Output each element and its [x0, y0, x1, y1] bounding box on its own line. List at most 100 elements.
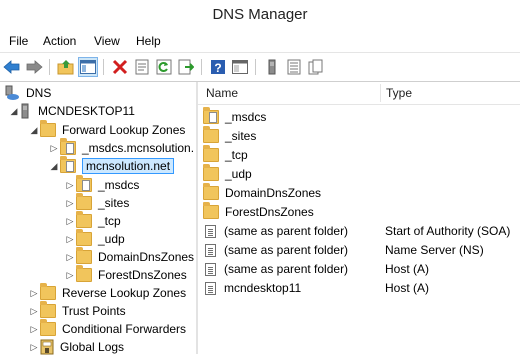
tree-msdcs-zone[interactable]: ▷ _msdcs.mcnsolution. — [48, 138, 194, 157]
tree-child-tcp[interactable]: ▷ _tcp — [64, 211, 121, 230]
menu-help[interactable]: Help — [136, 34, 161, 48]
server-button[interactable] — [262, 57, 282, 77]
refresh-button[interactable] — [154, 57, 174, 77]
expand-arrow-icon[interactable]: ▷ — [64, 234, 76, 245]
details-list: Name Type _msdcs _sites _tcp _udp Domain… — [198, 82, 520, 354]
record-icon — [205, 262, 216, 276]
properties-icon — [135, 59, 149, 75]
expand-arrow-icon[interactable]: ▷ — [64, 180, 76, 191]
expand-arrow-icon[interactable]: ▷ — [64, 252, 76, 263]
folder-icon — [40, 120, 56, 137]
folder-icon — [40, 283, 56, 300]
refresh-icon — [156, 59, 172, 75]
folder-icon — [203, 183, 219, 200]
server-icon — [20, 103, 30, 119]
export-list-icon — [178, 59, 194, 75]
zone-folder-icon — [60, 138, 76, 155]
properties-button[interactable] — [132, 57, 152, 77]
folder-icon — [203, 145, 219, 162]
expand-arrow-icon[interactable]: ▷ — [28, 324, 40, 335]
expand-arrow-icon[interactable]: ▷ — [64, 198, 76, 209]
column-header-type[interactable]: Type — [386, 82, 516, 104]
record-icon — [205, 224, 216, 238]
folder-icon — [76, 265, 92, 282]
tree-forward-lookup-zones[interactable]: ◢ Forward Lookup Zones — [28, 120, 185, 139]
record-icon — [205, 243, 216, 257]
tree-conditional-forwarders[interactable]: ▷ Conditional Forwarders — [28, 319, 186, 338]
record-list-button[interactable] — [284, 57, 304, 77]
table-row[interactable]: (same as parent folder) Host (A) — [203, 260, 429, 278]
forward-button[interactable] — [24, 57, 44, 77]
tree-reverse-lookup-zones[interactable]: ▷ Reverse Lookup Zones — [28, 283, 186, 302]
tree-server[interactable]: ◢ MCNDESKTOP11 — [8, 102, 135, 120]
folder-icon — [203, 164, 219, 181]
expand-arrow-icon[interactable]: ▷ — [64, 270, 76, 281]
menu-action[interactable]: Action — [43, 34, 76, 48]
list-item[interactable]: ForestDnsZones — [203, 202, 314, 221]
list-item[interactable]: _udp — [203, 164, 252, 183]
tree-child-udp[interactable]: ▷ _udp — [64, 229, 125, 248]
collapse-arrow-icon[interactable]: ◢ — [8, 106, 20, 117]
zone-folder-icon — [60, 156, 76, 173]
svg-text:?: ? — [214, 61, 221, 75]
expand-arrow-icon[interactable]: ▷ — [48, 143, 60, 154]
up-one-level-button[interactable] — [56, 57, 76, 77]
title-bar: DNS Manager — [0, 0, 520, 32]
list-item[interactable]: _sites — [203, 126, 256, 145]
folder-icon — [76, 229, 92, 246]
list-item[interactable]: _tcp — [203, 145, 248, 164]
console-tree-button[interactable] — [230, 57, 250, 77]
tree-root-dns[interactable]: DNS — [4, 84, 51, 102]
record-icon — [205, 281, 216, 295]
forward-icon — [26, 60, 43, 74]
collapse-arrow-icon[interactable]: ◢ — [48, 161, 60, 172]
folder-icon — [76, 211, 92, 228]
folder-icon — [40, 319, 56, 336]
expand-arrow-icon[interactable]: ▷ — [28, 306, 40, 317]
table-row[interactable]: (same as parent folder) Start of Authori… — [203, 222, 510, 240]
tree-child-forestdnszones[interactable]: ▷ ForestDnsZones — [64, 265, 187, 284]
show-hide-tree-button[interactable] — [78, 57, 98, 77]
list-item[interactable]: _msdcs — [203, 107, 266, 126]
help-button[interactable]: ? — [208, 57, 228, 77]
expand-arrow-icon[interactable]: ▷ — [28, 342, 40, 353]
back-button[interactable] — [2, 57, 22, 77]
table-row[interactable]: mcndesktop11 Host (A) — [203, 279, 429, 297]
help-icon: ? — [211, 60, 225, 75]
back-icon — [3, 60, 20, 74]
dns-icon — [4, 85, 20, 101]
menu-file[interactable]: File — [9, 34, 28, 48]
expand-arrow-icon[interactable]: ▷ — [64, 216, 76, 227]
toolbar: ? — [0, 52, 520, 82]
console-tree: DNS ◢ MCNDESKTOP11 ◢ Forward Lookup Zone… — [0, 82, 196, 356]
export-list-button[interactable] — [176, 57, 196, 77]
window-title: DNS Manager — [212, 6, 308, 23]
menu-view[interactable]: View — [94, 34, 120, 48]
table-row[interactable]: (same as parent folder) Name Server (NS) — [203, 241, 484, 259]
column-header-name[interactable]: Name — [206, 82, 382, 104]
tree-global-logs[interactable]: ▷ Global Logs — [28, 338, 124, 356]
log-icon — [40, 339, 54, 355]
list-item[interactable]: DomainDnsZones — [203, 183, 321, 202]
tree-child-sites[interactable]: ▷ _sites — [64, 193, 129, 212]
column-divider[interactable] — [380, 84, 381, 102]
tree-trust-points[interactable]: ▷ Trust Points — [28, 301, 126, 320]
show-hide-tree-icon — [80, 60, 96, 74]
collapse-arrow-icon[interactable]: ◢ — [28, 125, 40, 136]
up-folder-icon — [57, 60, 74, 75]
folder-icon — [203, 202, 219, 219]
server-icon — [268, 59, 276, 75]
selected-zone-label: mcnsolution.net — [82, 158, 175, 174]
console-tree-icon — [232, 60, 248, 74]
delete-icon — [112, 59, 128, 75]
delete-button[interactable] — [110, 57, 130, 77]
folder-icon — [76, 193, 92, 210]
tree-child-domaindnszones[interactable]: ▷ DomainDnsZones — [64, 247, 194, 266]
tree-child-msdcs[interactable]: ▷ _msdcs — [64, 175, 139, 194]
tree-zone-mcnsolution[interactable]: ◢ mcnsolution.net — [48, 156, 175, 175]
folder-icon — [76, 247, 92, 264]
copy-button[interactable] — [306, 57, 326, 77]
zone-folder-icon — [203, 107, 219, 124]
copy-icon — [308, 59, 323, 75]
expand-arrow-icon[interactable]: ▷ — [28, 288, 40, 299]
